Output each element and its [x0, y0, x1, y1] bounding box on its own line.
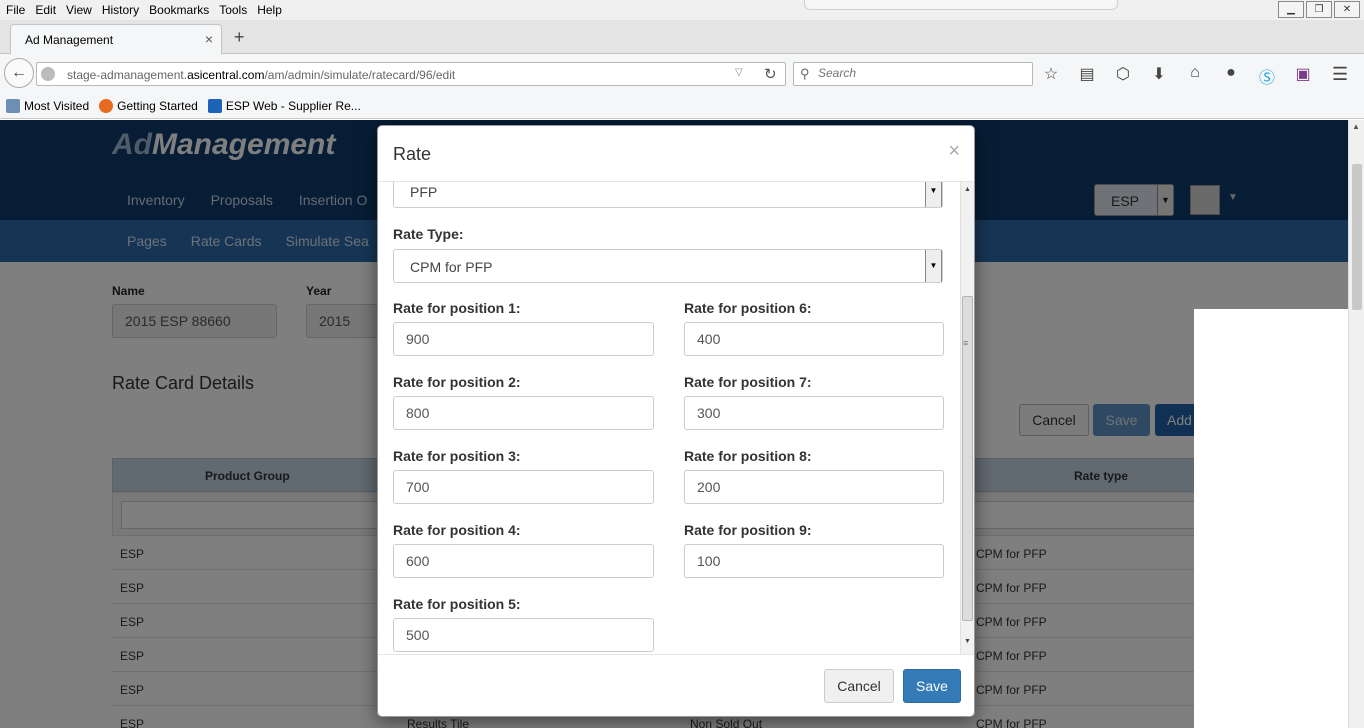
hamburger-menu-icon[interactable]: ☰ [1332, 64, 1348, 85]
modal-save-button[interactable]: Save [903, 669, 961, 703]
bookmark-most-visited[interactable]: Most Visited [6, 99, 89, 113]
search-input[interactable] [818, 66, 1018, 80]
position-3-label: Rate for position 3: [393, 448, 521, 464]
menu-view[interactable]: View [66, 3, 92, 17]
position-4-input[interactable] [393, 544, 654, 578]
position-2-label: Rate for position 2: [393, 374, 521, 390]
pricing-model-select[interactable]: PFP ▼ [393, 182, 943, 208]
menu-bar: File Edit View History Bookmarks Tools H… [0, 0, 1364, 20]
bookmark-esp-web[interactable]: ESP Web - Supplier Re... [207, 99, 361, 113]
scroll-up-icon[interactable]: ▲ [964, 186, 971, 193]
position-6-label: Rate for position 6: [684, 300, 812, 316]
rate-type-select[interactable]: CPM for PFP ▼ [393, 249, 943, 283]
close-window-button[interactable]: ✕ [1334, 1, 1360, 18]
position-9-input[interactable] [684, 544, 944, 578]
pocket-icon[interactable]: ⬡ [1112, 64, 1134, 84]
tab-title: Ad Management [25, 33, 114, 47]
url-text: stage-admanagement.asicentral.com/am/adm… [67, 68, 456, 82]
firefox-icon [99, 99, 114, 113]
folder-icon [6, 99, 20, 113]
reload-icon[interactable]: ↻ [764, 65, 777, 83]
position-9-label: Rate for position 9: [684, 522, 812, 538]
position-6-input[interactable] [684, 322, 944, 356]
menu-help[interactable]: Help [257, 3, 282, 17]
position-5-input[interactable] [393, 618, 654, 652]
close-icon[interactable]: × [948, 140, 960, 163]
window-controls: ▁ ❐ ✕ [1278, 1, 1360, 18]
search-bar[interactable]: ⚲ [793, 62, 1033, 86]
page-scrollbar[interactable]: ▲ [1348, 120, 1364, 728]
site-info-icon[interactable] [41, 67, 55, 81]
chevron-down-icon: ▼ [925, 182, 942, 207]
menu-file[interactable]: File [6, 3, 25, 17]
menu-history[interactable]: History [102, 3, 139, 17]
position-8-label: Rate for position 8: [684, 448, 812, 464]
modal-footer: Cancel Save [378, 654, 974, 716]
tab-close-icon[interactable]: × [205, 31, 213, 47]
position-4-label: Rate for position 4: [393, 522, 521, 538]
modal-scrollbar[interactable]: ▲ ≡ ▼ [960, 182, 974, 654]
position-5-label: Rate for position 5: [393, 596, 521, 612]
menu-tools[interactable]: Tools [219, 3, 247, 17]
bookmark-getting-started[interactable]: Getting Started [99, 99, 198, 113]
back-arrow-icon: ← [11, 64, 27, 81]
modal-body: PFP ▼ Rate Type: CPM for PFP ▼ Rate for … [378, 182, 974, 654]
chevron-down-icon: ▼ [925, 250, 942, 282]
modal-header: Rate × [378, 126, 974, 182]
search-icon: ⚲ [800, 66, 810, 81]
menu-bookmarks[interactable]: Bookmarks [149, 3, 209, 17]
page-scroll-thumb[interactable] [1352, 164, 1362, 310]
rate-modal: Rate × PFP ▼ Rate Type: CPM for PFP ▼ Ra… [377, 125, 975, 717]
position-8-input[interactable] [684, 470, 944, 504]
bookmarks-bar: Most Visited Getting Started ESP Web - S… [0, 94, 1364, 119]
rate-type-label: Rate Type: [393, 226, 464, 242]
modal-cancel-button[interactable]: Cancel [824, 669, 894, 703]
extension-icon[interactable]: ▣ [1292, 64, 1314, 84]
download-icon[interactable]: ⬇ [1148, 64, 1170, 84]
position-7-input[interactable] [684, 396, 944, 430]
tab-bar: Ad Management × + [0, 20, 1364, 55]
ie-icon [207, 99, 222, 113]
title-grip[interactable] [804, 0, 1118, 10]
chat-icon[interactable]: ● [1220, 64, 1242, 84]
position-1-input[interactable] [393, 322, 654, 356]
scroll-down-icon[interactable]: ▼ [964, 638, 971, 645]
menu-edit[interactable]: Edit [35, 3, 56, 17]
position-1-label: Rate for position 1: [393, 300, 521, 316]
modal-title: Rate [393, 144, 432, 164]
tab-ad-management[interactable]: Ad Management × [10, 24, 222, 55]
reading-list-icon[interactable]: ▤ [1076, 64, 1098, 84]
page: AdManagement Inventory Proposals Inserti… [0, 120, 1364, 728]
restore-button[interactable]: ❐ [1306, 1, 1332, 18]
new-tab-button[interactable]: + [234, 27, 245, 48]
position-2-input[interactable] [393, 396, 654, 430]
blank-panel [1194, 309, 1364, 728]
url-bar[interactable]: stage-admanagement.asicentral.com/am/adm… [36, 62, 786, 86]
position-7-label: Rate for position 7: [684, 374, 812, 390]
position-3-input[interactable] [393, 470, 654, 504]
toolbar-icons: ☆ ▤ ⬡ ⬇ ⌂ ● Ⓢ ▣ [1040, 64, 1314, 87]
minimize-button[interactable]: ▁ [1278, 1, 1304, 18]
url-dropdown-icon[interactable]: ▽ [735, 67, 743, 78]
star-icon[interactable]: ☆ [1040, 64, 1062, 84]
back-button[interactable]: ← [4, 58, 34, 88]
skype-icon[interactable]: Ⓢ [1256, 64, 1278, 87]
nav-toolbar: ← stage-admanagement.asicentral.com/am/a… [0, 54, 1364, 94]
scroll-grip-icon: ≡ [963, 338, 969, 348]
home-icon[interactable]: ⌂ [1184, 64, 1206, 84]
scroll-up-icon[interactable]: ▲ [1352, 122, 1360, 131]
